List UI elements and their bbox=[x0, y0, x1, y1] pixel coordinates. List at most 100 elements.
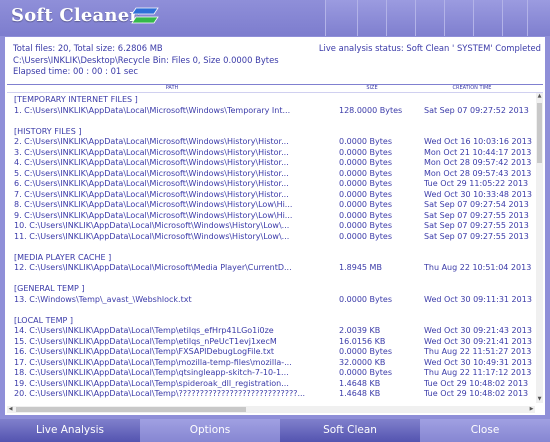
cell-time: Sat Sep 07 09:27:55 2013 bbox=[424, 221, 529, 230]
app-title: Soft Cleaner bbox=[11, 5, 140, 26]
cell-path: 20. C:\Users\INKLIK\AppData\Local\Temp\?… bbox=[14, 389, 306, 398]
cell-size: 1.4648 KB bbox=[339, 378, 381, 388]
cell-time: Thu Aug 22 10:51:04 2013 bbox=[424, 263, 532, 272]
table-row[interactable]: 10. C:\Users\INKLIK\AppData\Local\Micros… bbox=[14, 221, 536, 232]
table-row[interactable]: 3. C:\Users\INKLIK\AppData\Local\Microso… bbox=[14, 148, 536, 159]
table-row[interactable]: 6. C:\Users\INKLIK\AppData\Local\Microso… bbox=[14, 179, 536, 190]
column-header-time[interactable]: CREATION TIME bbox=[407, 85, 537, 92]
horizontal-scrollbar[interactable]: ◀ ▶ bbox=[7, 406, 535, 413]
vertical-scroll-thumb[interactable] bbox=[537, 103, 542, 163]
cell-path: 4. C:\Users\INKLIK\AppData\Local\Microso… bbox=[14, 158, 289, 167]
options-button[interactable]: Options bbox=[140, 419, 280, 442]
cell-size: 0.0000 Bytes bbox=[339, 189, 392, 199]
cell-size: 16.0156 KB bbox=[339, 336, 386, 346]
status-block: Total files: 20, Total size: 6.2806 MB C… bbox=[13, 43, 279, 78]
cell-path: 16. C:\Users\INKLIK\AppData\Local\Temp\F… bbox=[14, 347, 275, 356]
table-row[interactable]: 14. C:\Users\INKLIK\AppData\Local\Temp\e… bbox=[14, 326, 536, 337]
table-row[interactable]: 19. C:\Users\INKLIK\AppData\Local\Temp\s… bbox=[14, 379, 536, 390]
vertical-scrollbar[interactable]: ▲ ▼ bbox=[536, 93, 543, 403]
cell-path: 10. C:\Users\INKLIK\AppData\Local\Micros… bbox=[14, 221, 290, 230]
header-tile bbox=[357, 0, 386, 36]
cell-path: 11. C:\Users\INKLIK\AppData\Local\Micros… bbox=[14, 231, 290, 241]
live-status-text: Live analysis status: Soft Clean ' SYSTE… bbox=[318, 43, 541, 53]
cell-size: 0.0000 Bytes bbox=[339, 137, 392, 146]
table-row[interactable]: 2. C:\Users\INKLIK\AppData\Local\Microso… bbox=[14, 137, 536, 148]
table-row[interactable]: 9. C:\Users\INKLIK\AppData\Local\Microso… bbox=[14, 211, 536, 222]
cell-path: 3. C:\Users\INKLIK\AppData\Local\Microso… bbox=[14, 147, 289, 157]
header-tile bbox=[502, 0, 527, 36]
cell-size: 0.0000 Bytes bbox=[339, 200, 392, 209]
table-row[interactable]: 17. C:\Users\INKLIK\AppData\Local\Temp\m… bbox=[14, 358, 536, 369]
header-tile bbox=[325, 0, 357, 36]
cell-size: 0.0000 Bytes bbox=[339, 368, 392, 377]
live-analysis-button[interactable]: Live Analysis bbox=[0, 419, 140, 442]
cell-path: 1. C:\Users\INKLIK\AppData\Local\Microso… bbox=[14, 105, 291, 115]
header-tile bbox=[444, 0, 473, 36]
cell-path: 9. C:\Users\INKLIK\AppData\Local\Microso… bbox=[14, 210, 293, 220]
close-button[interactable]: Close bbox=[420, 419, 550, 442]
table-row[interactable]: 20. C:\Users\INKLIK\AppData\Local\Temp\?… bbox=[14, 389, 536, 400]
cell-size: 0.0000 Bytes bbox=[339, 347, 392, 356]
cell-path: 5. C:\Users\INKLIK\AppData\Local\Microso… bbox=[14, 168, 289, 178]
cell-size: 0.0000 Bytes bbox=[339, 168, 392, 178]
cell-size: 0.0000 Bytes bbox=[339, 221, 392, 230]
column-header-size[interactable]: SIZE bbox=[337, 85, 407, 92]
cell-path: 17. C:\Users\INKLIK\AppData\Local\Temp\m… bbox=[14, 357, 292, 367]
cell-path: 13. C:\Windows\Temp\_avast_\Webshlock.tx… bbox=[14, 294, 192, 304]
cell-time: Wed Oct 16 10:03:16 2013 bbox=[424, 137, 532, 146]
table-row[interactable]: 7. C:\Users\INKLIK\AppData\Local\Microso… bbox=[14, 190, 536, 201]
cell-size: 0.0000 Bytes bbox=[339, 147, 392, 157]
group-title: [HISTORY FILES ] bbox=[14, 126, 82, 136]
cell-path: 15. C:\Users\INKLIK\AppData\Local\Temp\e… bbox=[14, 336, 277, 346]
cell-time: Wed Oct 30 10:33:48 2013 bbox=[424, 189, 532, 199]
cell-time: Wed Oct 30 09:21:41 2013 bbox=[424, 336, 532, 346]
cell-time: Sat Sep 07 09:27:54 2013 bbox=[424, 200, 529, 209]
total-files-text: Total files: 20, Total size: 6.2806 MB bbox=[13, 43, 163, 53]
recycle-bin-text: C:\Users\INKLIK\Desktop\Recycle Bin: Fil… bbox=[13, 54, 279, 65]
scroll-down-icon[interactable]: ▼ bbox=[536, 396, 543, 403]
column-header-path[interactable]: PATH bbox=[7, 85, 337, 92]
cell-time: Mon Oct 28 09:57:42 2013 bbox=[424, 158, 532, 167]
cell-size: 1.4648 KB bbox=[339, 389, 381, 398]
scroll-up-icon[interactable]: ▲ bbox=[536, 93, 543, 100]
table-row[interactable]: 13. C:\Windows\Temp\_avast_\Webshlock.tx… bbox=[14, 295, 536, 306]
table-row[interactable]: 15. C:\Users\INKLIK\AppData\Local\Temp\e… bbox=[14, 337, 536, 348]
table-row[interactable]: 16. C:\Users\INKLIK\AppData\Local\Temp\F… bbox=[14, 347, 536, 358]
table-row[interactable]: 4. C:\Users\INKLIK\AppData\Local\Microso… bbox=[14, 158, 536, 169]
cell-time: Wed Oct 30 09:21:43 2013 bbox=[424, 326, 532, 335]
cell-size: 2.0039 KB bbox=[339, 326, 381, 335]
cell-time: Thu Aug 22 11:17:12 2013 bbox=[424, 368, 532, 377]
group-title: [GENERAL TEMP ] bbox=[14, 284, 85, 293]
scroll-right-icon[interactable]: ▶ bbox=[528, 406, 535, 413]
cell-path: 7. C:\Users\INKLIK\AppData\Local\Microso… bbox=[14, 189, 289, 199]
cell-size: 0.0000 Bytes bbox=[339, 179, 392, 188]
cell-time: Tue Oct 29 10:48:02 2013 bbox=[424, 378, 529, 388]
group-title: [TEMPORARY INTERNET FILES ] bbox=[14, 95, 138, 104]
cell-size: 32.0000 KB bbox=[339, 357, 386, 367]
footer-bar: Live Analysis Options Soft Clean Close bbox=[0, 419, 550, 442]
results-list[interactable]: [TEMPORARY INTERNET FILES ] 1. C:\Users\I… bbox=[7, 93, 536, 403]
cell-size: 0.0000 Bytes bbox=[339, 294, 392, 304]
scroll-left-icon[interactable]: ◀ bbox=[7, 406, 14, 413]
table-row[interactable]: 5. C:\Users\INKLIK\AppData\Local\Microso… bbox=[14, 169, 536, 180]
cell-time: Tue Oct 29 10:48:02 2013 bbox=[424, 389, 529, 398]
cell-path: 12. C:\Users\INKLIK\AppData\Local\Micros… bbox=[14, 263, 292, 272]
table-row[interactable]: 12. C:\Users\INKLIK\AppData\Local\Micros… bbox=[14, 263, 536, 274]
table-row[interactable]: 1. C:\Users\INKLIK\AppData\Local\Microso… bbox=[14, 106, 536, 117]
cell-time: Sat Sep 07 09:27:55 2013 bbox=[424, 231, 529, 241]
table-row[interactable]: 11. C:\Users\INKLIK\AppData\Local\Micros… bbox=[14, 232, 536, 243]
header-tile bbox=[415, 0, 444, 36]
cell-time: Wed Oct 30 10:49:31 2013 bbox=[424, 357, 532, 367]
table-row[interactable]: 18. C:\Users\INKLIK\AppData\Local\Temp\q… bbox=[14, 368, 536, 379]
cell-path: 19. C:\Users\INKLIK\AppData\Local\Temp\s… bbox=[14, 378, 289, 388]
cell-time: Sat Sep 07 09:27:55 2013 bbox=[424, 210, 529, 220]
cell-time: Mon Oct 28 09:57:43 2013 bbox=[424, 168, 532, 178]
group-title: [MEDIA PLAYER CACHE ] bbox=[14, 252, 112, 262]
cell-size: 1.8945 MB bbox=[339, 263, 382, 272]
cell-path: 14. C:\Users\INKLIK\AppData\Local\Temp\e… bbox=[14, 326, 274, 335]
cell-size: 128.0000 Bytes bbox=[339, 105, 403, 115]
horizontal-scroll-thumb[interactable] bbox=[16, 407, 246, 412]
group-title: [LOCAL TEMP ] bbox=[14, 315, 73, 325]
soft-clean-button[interactable]: Soft Clean bbox=[280, 419, 420, 442]
table-row[interactable]: 8. C:\Users\INKLIK\AppData\Local\Microso… bbox=[14, 200, 536, 211]
